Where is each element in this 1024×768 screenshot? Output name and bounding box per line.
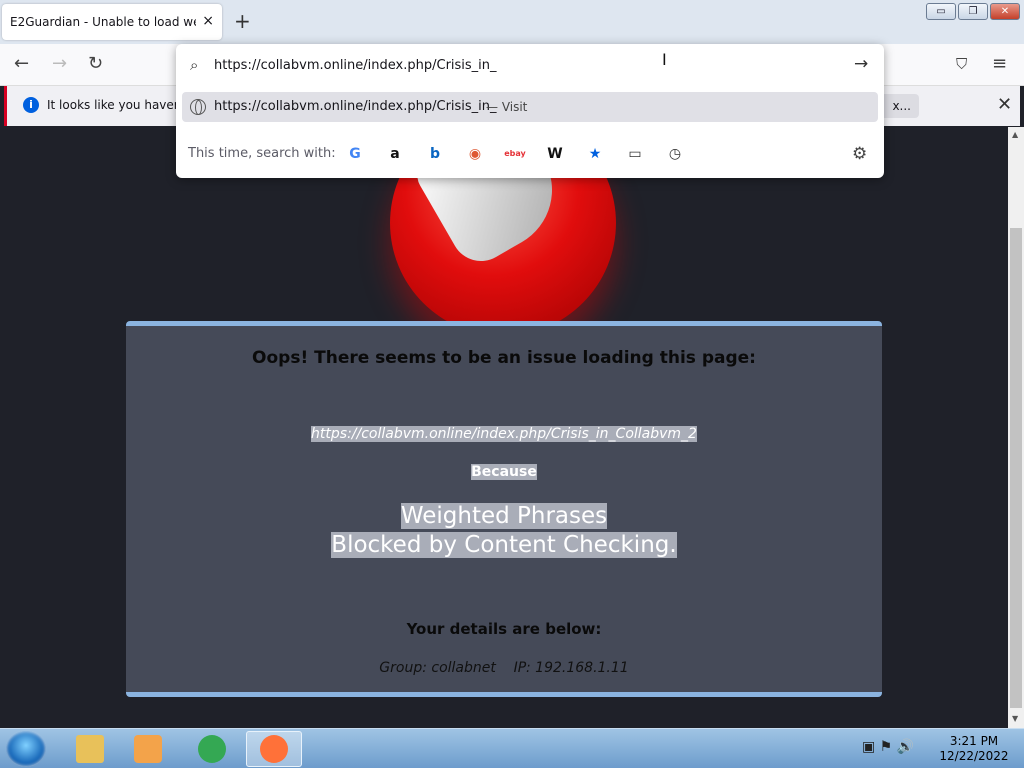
amazon-icon[interactable]: a	[384, 144, 406, 164]
globe-icon	[190, 99, 206, 115]
google-icon[interactable]: G	[344, 144, 366, 164]
because-label: Because	[471, 464, 537, 480]
scroll-down-icon[interactable]: ▼	[1012, 714, 1018, 723]
block-message-card: Oops! There seems to be an issue loading…	[126, 321, 882, 697]
bing-icon[interactable]: b	[424, 144, 446, 164]
media-player-icon	[134, 735, 162, 763]
scrollbar-thumb[interactable]	[1010, 228, 1022, 708]
taskbar-explorer[interactable]	[62, 731, 118, 767]
taskbar-chrome[interactable]	[184, 731, 240, 767]
scroll-up-icon[interactable]: ▲	[1012, 130, 1018, 139]
tab-title: E2Guardian - Unable to load website	[10, 15, 196, 29]
duckduckgo-icon[interactable]: ◉	[464, 144, 486, 164]
info-icon: i	[23, 97, 39, 113]
taskbar-firefox[interactable]	[246, 731, 302, 767]
text-cursor-icon: I	[662, 50, 667, 69]
firefox-icon	[260, 735, 288, 763]
suggestion-action: — Visit	[486, 100, 528, 114]
tabs-icon[interactable]: ▭	[624, 144, 646, 164]
details-heading: Your details are below:	[406, 620, 602, 638]
because-container: Because	[126, 464, 882, 480]
clock-time: 3:21 PM	[949, 734, 999, 748]
taskbar: ▣ ⚑ 🔊 3:21 PM 12/22/2022	[0, 728, 1024, 768]
url-suggestion[interactable]: https://collabvm.online/index.php/Crisis…	[182, 92, 878, 122]
forward-button[interactable]: →	[52, 54, 67, 74]
search-icon: ⌕	[190, 56, 199, 74]
chrome-icon	[198, 735, 226, 763]
wikipedia-icon[interactable]: W	[544, 144, 566, 164]
reason-line1: Weighted Phrases	[400, 503, 608, 529]
pocket-icon[interactable]: ⛉	[956, 54, 967, 74]
minimize-button[interactable]: ▭	[926, 3, 956, 20]
notification-close-icon[interactable]: ✕	[997, 94, 1012, 115]
taskbar-media-player[interactable]	[120, 731, 176, 767]
new-tab-button[interactable]: +	[234, 10, 251, 32]
block-heading: Oops! There seems to be an issue loading…	[252, 348, 756, 368]
gear-icon[interactable]: ⚙	[852, 144, 867, 164]
clock[interactable]: 3:21 PM 12/22/2022	[934, 734, 1014, 764]
blocked-url-container: https://collabvm.online/index.php/Crisis…	[126, 426, 882, 442]
suggestion-url: https://collabvm.online/index.php/Crisis…	[214, 99, 497, 114]
system-tray-icons[interactable]: ▣ ⚑ 🔊	[862, 739, 914, 755]
blocked-url: https://collabvm.online/index.php/Crisis…	[311, 426, 697, 442]
bookmarks-icon[interactable]: ★	[584, 144, 606, 164]
history-icon[interactable]: ◷	[664, 144, 686, 164]
ebay-icon[interactable]: ebay	[504, 144, 526, 164]
clock-date: 12/22/2022	[939, 749, 1009, 763]
go-arrow-icon[interactable]: →	[854, 54, 868, 74]
close-window-button[interactable]: ✕	[990, 3, 1020, 20]
user-details: Group: collabnet IP: 192.168.1.11	[379, 660, 629, 676]
browser-window: E2Guardian - Unable to load website × + …	[0, 0, 1024, 728]
url-dropdown: ⌕ I → https://collabvm.online/index.php/…	[176, 44, 884, 178]
block-reason: Weighted Phrases Blocked by Content Chec…	[126, 502, 882, 560]
tab-active[interactable]: E2Guardian - Unable to load website ×	[2, 4, 222, 40]
search-with-label: This time, search with:	[188, 146, 336, 161]
tab-close-icon[interactable]: ×	[202, 14, 214, 28]
reload-button[interactable]: ↻	[88, 54, 103, 74]
reason-line2: Blocked by Content Checking.	[331, 532, 677, 558]
back-button[interactable]: ←	[14, 54, 29, 74]
url-input[interactable]	[214, 54, 834, 76]
maximize-button[interactable]: ❐	[958, 3, 988, 20]
tab-strip: E2Guardian - Unable to load website × + …	[0, 0, 1024, 44]
start-button[interactable]	[6, 731, 46, 767]
menu-button[interactable]: ≡	[992, 54, 1007, 74]
explorer-icon	[76, 735, 104, 763]
